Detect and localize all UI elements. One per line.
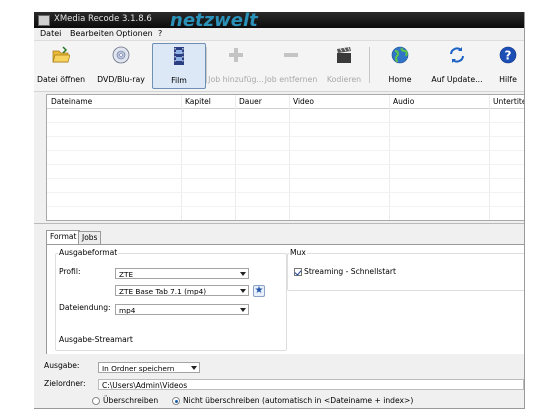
streaming-label: Streaming - Schnellstart (304, 267, 396, 276)
check-update-button[interactable]: Auf Update... (426, 43, 488, 87)
row-divider (47, 206, 524, 207)
toolbar-separator (369, 47, 370, 83)
column-audio[interactable]: Audio (393, 97, 414, 106)
encode-label: Kodieren (326, 75, 362, 84)
toolbar: Datei öffnen DVD/Blu-ray Film Job hinzuf… (34, 41, 524, 92)
menu-bearbeiten[interactable]: Bearbeiten (70, 29, 114, 38)
column-untertitel[interactable]: Untertitel (493, 97, 524, 106)
dvd-bluray-label: DVD/Blu-ray (97, 75, 145, 84)
minus-icon (284, 53, 298, 57)
format-panel: Ausgabeformat Profil: ZTE ZTE Base Tab 7… (46, 244, 524, 355)
add-job-button[interactable]: Job hinzufüg... (208, 43, 264, 87)
table-header: Dateiname Kapitel Dauer Video Audio Unte… (47, 95, 524, 109)
profil-select[interactable]: ZTE (115, 268, 249, 279)
column-dauer[interactable]: Dauer (239, 97, 262, 106)
chevron-down-icon (240, 308, 246, 312)
menu-optionen[interactable]: Optionen (116, 29, 153, 38)
dateiendung-select[interactable]: mp4 (115, 304, 249, 315)
dateiendung-value: mp4 (119, 306, 136, 315)
row-divider (47, 150, 524, 151)
disc-icon (112, 46, 130, 64)
open-file-label: Datei öffnen (36, 75, 86, 84)
globe-icon (391, 46, 409, 64)
menu-datei[interactable]: Datei (40, 29, 61, 38)
chevron-down-icon (240, 289, 246, 293)
panel-splitter[interactable] (34, 223, 524, 224)
check-update-label: Auf Update... (431, 75, 483, 84)
chevron-down-icon (240, 272, 246, 276)
ausgabe-label: Ausgabe: (44, 361, 80, 370)
film-button[interactable]: Film (152, 43, 206, 89)
row-divider (47, 164, 524, 165)
overwrite-radio[interactable] (92, 397, 100, 405)
profil-sub-value: ZTE Base Tab 7.1 (mp4) (119, 287, 207, 296)
output-area: Ausgabe: In Ordner speichern Zielordner:… (34, 354, 524, 408)
chevron-down-icon (191, 366, 197, 370)
profil-sub-select[interactable]: ZTE Base Tab 7.1 (mp4) (115, 285, 249, 296)
column-dateiname[interactable]: Dateiname (51, 97, 92, 106)
star-icon: ★ (254, 285, 264, 296)
app-icon (38, 15, 50, 26)
encode-button[interactable]: Kodieren (322, 43, 366, 87)
streaming-checkbox[interactable] (294, 268, 302, 276)
no-overwrite-label: Nicht überschreiben (automatisch in <Dat… (183, 396, 414, 405)
column-divider (389, 95, 390, 220)
help-icon: ? (499, 46, 517, 64)
refresh-icon (450, 47, 464, 63)
app-window: XMedia Recode 3.1.8.6 netzwelt Datei Bea… (34, 12, 525, 409)
film-icon (174, 47, 184, 65)
film-label: Film (171, 76, 187, 85)
folder-open-icon (52, 46, 70, 63)
column-divider (235, 95, 236, 220)
add-job-label: Job hinzufüg... (208, 75, 264, 84)
tab-format-label: Format (50, 232, 77, 241)
mux-title: Mux (289, 248, 307, 257)
profil-value: ZTE (119, 270, 134, 279)
ausgabe-value: In Ordner speichern (102, 364, 175, 373)
no-overwrite-radio[interactable] (172, 397, 180, 405)
home-button[interactable]: Home (378, 43, 422, 87)
toolbar-separator (206, 47, 207, 83)
overwrite-label: Überschreiben (103, 396, 159, 405)
zielordner-field[interactable]: C:\Users\Admin\Videos (98, 379, 524, 390)
zielordner-value: C:\Users\Admin\Videos (102, 381, 188, 390)
column-divider (181, 95, 182, 220)
dvd-bluray-button[interactable]: DVD/Blu-ray (88, 43, 154, 87)
row-divider (47, 178, 524, 179)
remove-job-button[interactable]: Job entfernen (264, 43, 318, 87)
column-divider (289, 95, 290, 220)
zielordner-label: Zielordner: (44, 379, 86, 388)
ausgabe-select[interactable]: In Ordner speichern (98, 362, 200, 373)
column-divider (489, 95, 490, 220)
row-divider (47, 122, 524, 123)
open-file-button[interactable]: Datei öffnen (36, 43, 86, 87)
home-label: Home (388, 75, 412, 84)
title-bar[interactable]: XMedia Recode 3.1.8.6 netzwelt (34, 12, 524, 31)
ausgabeformat-title: Ausgabeformat (58, 248, 119, 257)
remove-job-label: Job entfernen (264, 75, 318, 84)
row-divider (47, 136, 524, 137)
profil-label: Profil: (59, 267, 81, 276)
menu-help[interactable]: ? (158, 29, 162, 38)
tab-jobs-label: Jobs (82, 233, 98, 242)
streamart-title: Ausgabe-Streamart (58, 335, 134, 344)
menu-bar: Datei Bearbeiten Optionen ? (34, 28, 524, 41)
window-title: XMedia Recode 3.1.8.6 (54, 14, 152, 24)
job-table[interactable]: Dateiname Kapitel Dauer Video Audio Unte… (46, 94, 524, 221)
column-kapitel[interactable]: Kapitel (185, 97, 211, 106)
clapperboard-icon (337, 47, 351, 63)
dateiendung-label: Dateiendung: (59, 303, 111, 312)
favorite-star-button[interactable]: ★ (253, 285, 265, 297)
plus-icon (229, 48, 243, 62)
row-divider (47, 192, 524, 193)
svg-text:?: ? (505, 49, 512, 63)
column-video[interactable]: Video (293, 97, 314, 106)
help-button[interactable]: ? Hilfe (492, 43, 524, 87)
help-label: Hilfe (499, 75, 517, 84)
